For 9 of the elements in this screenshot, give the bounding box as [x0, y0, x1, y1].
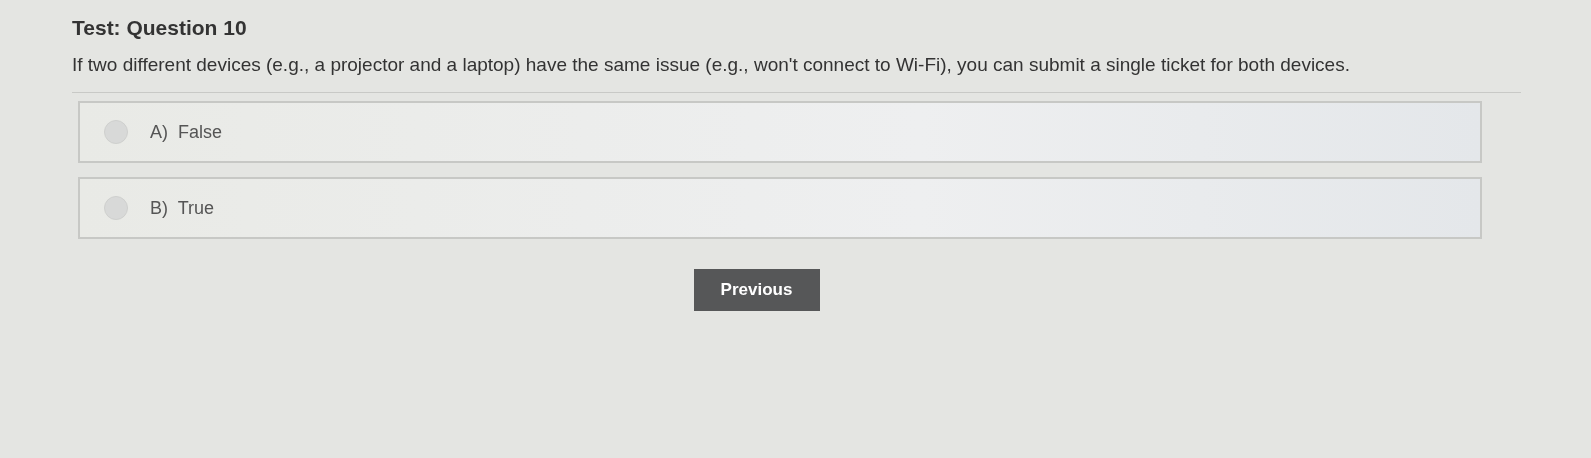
answer-option[interactable]: A) False [78, 101, 1482, 163]
option-label: B) True [150, 197, 215, 219]
answer-option[interactable]: B) True [78, 177, 1482, 239]
previous-button[interactable]: Previous [693, 269, 820, 311]
radio-button[interactable] [104, 120, 128, 144]
question-text: If two different devices (e.g., a projector and a laptop) have the same issue (e.g., won't connect to Wi-Fi), you can submit a single ticket for both devices. [72, 53, 1351, 77]
option-label: A) False [150, 121, 223, 143]
radio-button[interactable] [104, 196, 128, 220]
test-title: Test: Question 10 [72, 16, 248, 40]
